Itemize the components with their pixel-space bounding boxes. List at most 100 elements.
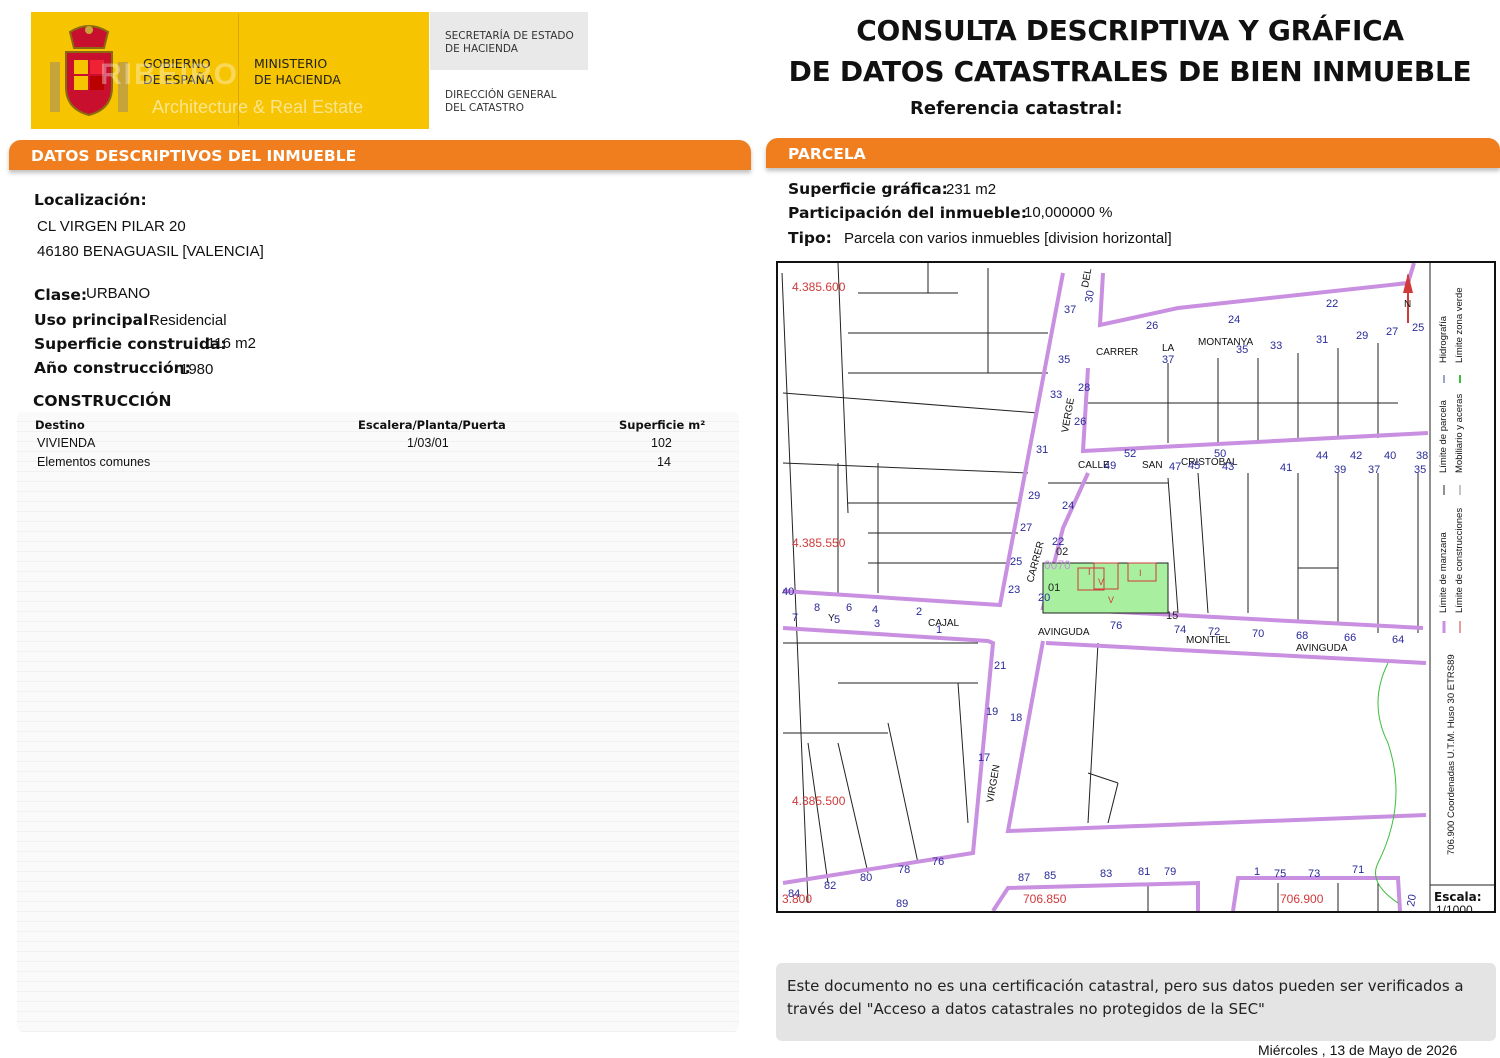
page-title-line1: CONSULTA DESCRIPTIVA Y GRÁFICA [856, 14, 1404, 47]
map-coord-label: 706.850 [1023, 892, 1067, 906]
map-number: 73 [1308, 868, 1320, 880]
map-number: 37 [1368, 464, 1380, 476]
secretaria-text: SECRETARÍA DE ESTADO DE HACIENDA [445, 30, 574, 55]
map-number: 29 [1028, 490, 1040, 502]
map-number: 74 [1174, 624, 1186, 636]
table-cell: 14 [657, 455, 671, 469]
map-number: 38 [1416, 450, 1428, 462]
map-number: 44 [1316, 450, 1328, 462]
table-header-escalera: Escalera/Planta/Puerta [358, 418, 506, 432]
map-number: 1 [1254, 866, 1260, 878]
map-number: 41 [1280, 462, 1292, 474]
map-number: 21 [994, 660, 1006, 672]
map-number: 50 [1214, 448, 1226, 460]
map-number: 78 [898, 864, 910, 876]
disclaimer-note: Este documento no es una certificación c… [776, 963, 1496, 1041]
cadastral-map: 4.385.600 4.385.550 4.385.500 706.850 70… [776, 261, 1496, 913]
map-number: 79 [1164, 866, 1176, 878]
map-number: 71 [1352, 864, 1364, 876]
map-number: 6 [846, 602, 852, 614]
map-number: 3 [874, 618, 880, 630]
map-number: 31 [1036, 444, 1048, 456]
map-coord-label: 706.900 [1280, 892, 1324, 906]
map-number: 5 [834, 614, 840, 626]
map-number: 42 [1350, 450, 1362, 462]
clase-label: Clase: [34, 286, 88, 304]
parcela-section-header: PARCELA [766, 138, 1500, 168]
map-coord-label: 4.385.600 [792, 280, 846, 294]
map-street-label: LA [1162, 343, 1175, 354]
map-number: 83 [1100, 868, 1112, 880]
cadastral-map-drawing: 4.385.600 4.385.550 4.385.500 706.850 70… [781, 263, 1494, 911]
superficie-construida-label: Superficie construida: [34, 335, 227, 353]
map-number: 76 [1110, 620, 1122, 632]
watermark-logo: RIBEIRO [100, 58, 240, 91]
map-number: 84 [788, 888, 800, 900]
map-number: 29 [1356, 330, 1368, 342]
map-number: 33 [1050, 389, 1062, 401]
map-number: 45 [1188, 460, 1200, 472]
map-number: 37 [1162, 354, 1174, 366]
map-number: 35 [1058, 354, 1070, 366]
map-number: 35 [1236, 344, 1248, 356]
plot-mark: I [1088, 567, 1091, 577]
superficie-construida-value: 116 m2 [207, 335, 256, 352]
map-number: 28 [1078, 382, 1090, 394]
north-arrow-icon: N [1404, 299, 1411, 310]
uso-label: Uso principal: [34, 311, 155, 329]
uso-value: Residencial [149, 312, 227, 329]
superficie-grafica-value: 231 m2 [946, 181, 997, 198]
map-number: 47 [1169, 461, 1181, 473]
direccion-text: DIRECCIÓN GENERAL DEL CATASTRO [445, 89, 557, 114]
disclaimer-text: Este documento no es una certificación c… [787, 977, 1464, 1018]
map-number: 52 [1124, 448, 1136, 460]
table-cell: 102 [651, 436, 672, 450]
map-number: 27 [1386, 326, 1398, 338]
plot-mark: I [1139, 568, 1142, 578]
map-number: 80 [860, 872, 872, 884]
page-title-line2: DE DATOS CATASTRALES DE BIEN INMUEBLE [788, 55, 1472, 88]
address-line2: 46180 BENAGUASIL [VALENCIA] [37, 243, 264, 260]
map-number: 33 [1270, 340, 1282, 352]
map-number: 7 [792, 612, 798, 624]
watermark-text: Architecture & Real Estate [152, 97, 364, 117]
map-number: 20 [1405, 893, 1419, 907]
plot-mark: V [1098, 577, 1104, 587]
map-number: 40 [1384, 450, 1396, 462]
construccion-table [17, 412, 739, 1032]
map-number: 82 [824, 880, 836, 892]
map-number: 23 [1008, 584, 1020, 596]
map-number: 40 [782, 586, 794, 598]
map-street-label: CARRER [1096, 347, 1138, 358]
escala-label: Escala: [1434, 890, 1482, 904]
map-number: 25 [1010, 556, 1022, 568]
datos-section-title: DATOS DESCRIPTIVOS DEL INMUEBLE [31, 147, 357, 165]
map-number: 17 [978, 752, 990, 764]
datos-section-header: DATOS DESCRIPTIVOS DEL INMUEBLE [9, 140, 751, 170]
legend-label: Límite de manzana [1438, 531, 1449, 613]
map-street-label: AVINGUDA [1296, 643, 1348, 654]
map-street-label: VIRGEN [985, 764, 1002, 804]
map-number: 2 [916, 606, 922, 618]
document-date: Miércoles , 13 de Mayo de 2026 [1258, 1042, 1458, 1058]
table-cell: VIVIENDA [37, 436, 96, 450]
table-header-destino: Destino [35, 418, 85, 432]
tipo-value: Parcela con varios inmuebles [division h… [844, 230, 1172, 247]
map-number: 15 [1166, 610, 1178, 622]
map-number: 02 [1056, 546, 1068, 558]
map-number: 37 [1064, 304, 1076, 316]
parcela-section-title: PARCELA [788, 145, 866, 163]
plot-label: 0070 [1044, 558, 1071, 572]
escala-value: 1/1000 [1436, 903, 1473, 911]
map-number: 72 [1208, 626, 1220, 638]
legend-label: Límite de parcela [1438, 399, 1449, 473]
coords-note: 706.900 Coordenadas U.T.M. Huso 30 ETRS8… [1446, 654, 1457, 855]
map-number: 89 [896, 898, 908, 910]
legend-label: Hidrografía [1438, 315, 1449, 363]
map-number: 25 [1412, 322, 1424, 334]
map-number: 27 [1020, 522, 1032, 534]
map-number: 30 [1083, 289, 1097, 303]
map-number: 26 [1146, 320, 1158, 332]
map-number: 70 [1252, 628, 1264, 640]
map-number: 31 [1316, 334, 1328, 346]
